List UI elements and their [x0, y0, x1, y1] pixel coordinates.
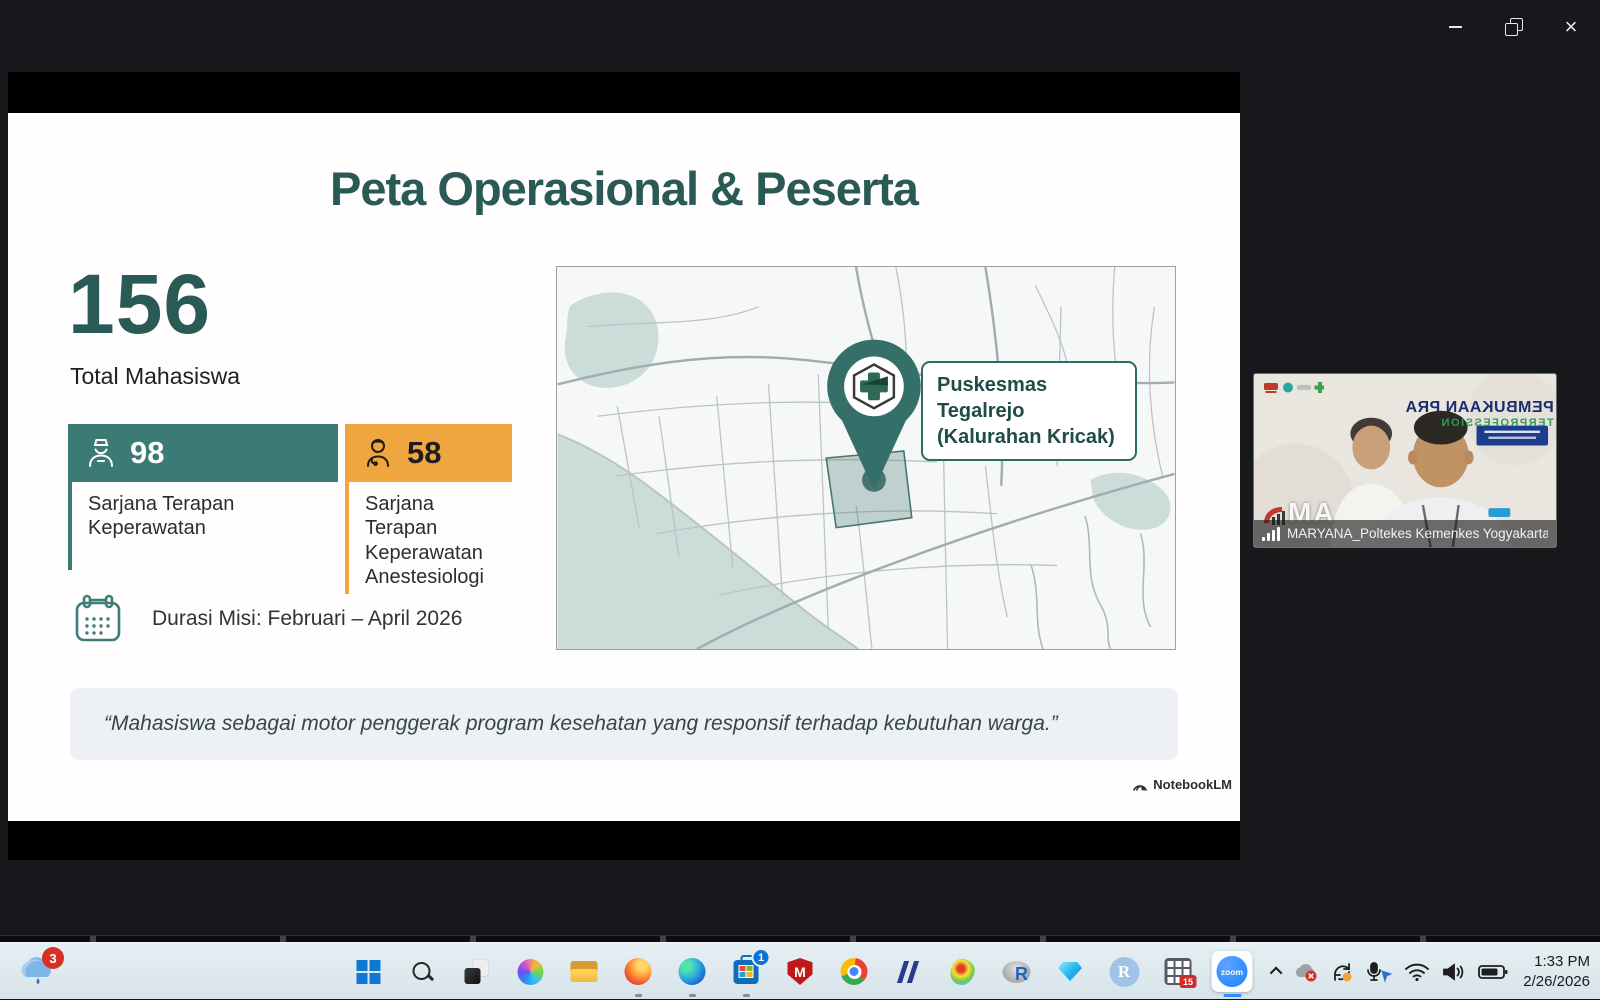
close-button[interactable]: × — [1542, 0, 1600, 54]
taskbar-gem-app-button[interactable] — [1050, 951, 1091, 992]
onedrive-offline-icon[interactable] — [1293, 962, 1319, 982]
store-badge: 1 — [752, 948, 771, 967]
office-grid-icon: 15 — [1165, 958, 1192, 985]
participant-name-bar: MARYANA_Poltekes Kemenkes Yogyakarta — [1254, 520, 1556, 547]
sync-pending-icon[interactable] — [1330, 961, 1354, 983]
taskbar-copilot-button[interactable] — [510, 951, 551, 992]
restore-icon — [1507, 21, 1519, 33]
notebooklm-label: NotebookLM — [1153, 777, 1232, 792]
backdrop-title: PEMBUKAAN PRA — [1405, 398, 1554, 417]
anesthesiologist-icon — [361, 436, 395, 470]
file-explorer-icon — [571, 961, 598, 982]
minimize-button[interactable] — [1426, 0, 1484, 54]
firefox-icon — [625, 958, 652, 985]
desktop: × Peta Operasional & Peserta 156 Total M… — [0, 0, 1600, 999]
stat-label: Sarjana Terapan Keperawatan — [68, 482, 338, 570]
mic-location-icon[interactable] — [1365, 961, 1393, 983]
hidden-icons-chevron[interactable] — [1270, 967, 1283, 980]
taskbar-chrome-button[interactable] — [834, 951, 875, 992]
taskbar-hash-app-button[interactable] — [888, 951, 929, 992]
hash-icon — [897, 961, 919, 983]
clock-time: 1:33 PM — [1523, 952, 1590, 972]
restore-button[interactable] — [1484, 0, 1542, 54]
system-tray: 1:33 PM 2/26/2026 — [1273, 943, 1590, 1000]
taskbar-weather-widget[interactable]: 3 — [16, 951, 60, 993]
notebooklm-logo — [1132, 778, 1148, 792]
taskbar-rstudio-button[interactable]: R — [1104, 951, 1145, 992]
screen-share-area: Peta Operasional & Peserta 156 Total Mah… — [8, 72, 1240, 860]
taskbar-file-explorer-button[interactable] — [564, 951, 605, 992]
mission-duration-text: Durasi Misi: Februari – April 2026 — [152, 607, 462, 631]
r-language-icon: R — [1002, 961, 1030, 983]
minimize-icon — [1449, 26, 1462, 28]
taskbar-office-grid-button[interactable]: 15 — [1158, 951, 1199, 992]
zoom-icon: zoom — [1217, 956, 1248, 987]
stat-value: 58 — [407, 435, 441, 471]
slide-title: Peta Operasional & Peserta — [8, 161, 1240, 216]
mcafee-shield-icon: M — [788, 958, 813, 985]
notebooklm-branding: NotebookLM — [1132, 777, 1232, 792]
participant-name: MARYANA_Poltekes Kemenkes Yogyakarta — [1287, 526, 1548, 541]
pin-label-line2: (Kalurahan Kricak) — [937, 424, 1135, 450]
participant-video-tile[interactable]: PEMBUKAAN PRA TERPROFESSION MA MARYANA_P… — [1253, 373, 1557, 548]
taskbar-firefox-button[interactable] — [618, 951, 659, 992]
taskbar-weather-map-button[interactable] — [942, 951, 983, 992]
taskbar-clock[interactable]: 1:33 PM 2/26/2026 — [1519, 952, 1590, 991]
taskbar: 3 1 M R R 15 zo — [0, 942, 1600, 999]
windows-start-icon — [357, 960, 380, 983]
volume-icon[interactable] — [1441, 962, 1467, 982]
stat-label: Sarjana Terapan Keperawatan Anestesiolog… — [345, 482, 512, 594]
quote-banner: “Mahasiswa sebagai motor penggerak progr… — [70, 688, 1178, 760]
hidden-window-strip — [0, 935, 1600, 942]
stat-cards: 98 Sarjana Terapan Keperawatan 58 Sarjan… — [68, 424, 512, 594]
search-icon — [410, 960, 434, 984]
quote-text: “Mahasiswa sebagai motor penggerak progr… — [104, 712, 1058, 736]
nurse-icon — [84, 436, 118, 470]
chrome-icon — [841, 958, 868, 985]
taskbar-zoom-button[interactable]: zoom — [1212, 951, 1253, 992]
total-students-value: 156 — [68, 256, 211, 353]
r-studio-icon: R — [1109, 957, 1139, 987]
backdrop-logos — [1264, 381, 1324, 395]
stat-card-keperawatan: 98 Sarjana Terapan Keperawatan — [68, 424, 338, 594]
taskbar-store-button[interactable]: 1 — [726, 951, 767, 992]
battery-icon[interactable] — [1478, 963, 1508, 981]
gem-icon — [1058, 962, 1082, 981]
window-controls: × — [1426, 0, 1600, 54]
total-students-label: Total Mahasiswa — [70, 363, 240, 390]
office-grid-badge: 15 — [1180, 975, 1197, 988]
map-pin-label: Puskesmas Tegalrejo (Kalurahan Kricak) — [921, 361, 1137, 461]
mission-duration: Durasi Misi: Februari – April 2026 — [70, 591, 462, 647]
clock-date: 2/26/2026 — [1523, 972, 1590, 992]
backdrop-mirrored-text: PEMBUKAAN PRA TERPROFESSION — [1405, 398, 1554, 430]
taskbar-r-language-button[interactable]: R — [996, 951, 1037, 992]
pin-label-line1: Puskesmas Tegalrejo — [937, 372, 1135, 424]
backdrop-logo-icons — [1264, 381, 1324, 395]
stat-value: 98 — [130, 435, 164, 471]
presentation-slide: Peta Operasional & Peserta 156 Total Mah… — [8, 113, 1240, 821]
copilot-icon — [517, 959, 543, 985]
stat-card-anestesiologi: 58 Sarjana Terapan Keperawatan Anestesio… — [345, 424, 512, 594]
weather-map-icon — [948, 957, 975, 986]
taskbar-apps: 1 M R R 15 zoom — [348, 943, 1253, 1000]
edge-icon — [679, 958, 706, 985]
operational-map: Puskesmas Tegalrejo (Kalurahan Kricak) — [556, 266, 1176, 650]
wifi-icon[interactable] — [1404, 962, 1430, 982]
close-icon: × — [1565, 16, 1578, 38]
taskbar-task-view-button[interactable] — [456, 951, 497, 992]
task-view-icon — [464, 960, 488, 984]
taskbar-start-button[interactable] — [348, 951, 389, 992]
weather-notification-badge: 3 — [42, 947, 64, 969]
calendar-icon — [70, 591, 126, 647]
audio-level-icon — [1262, 527, 1280, 541]
taskbar-mcafee-button[interactable]: M — [780, 951, 821, 992]
backdrop-subtitle: TERPROFESSION — [1405, 417, 1554, 430]
taskbar-search-button[interactable] — [402, 951, 443, 992]
taskbar-edge-button[interactable] — [672, 951, 713, 992]
